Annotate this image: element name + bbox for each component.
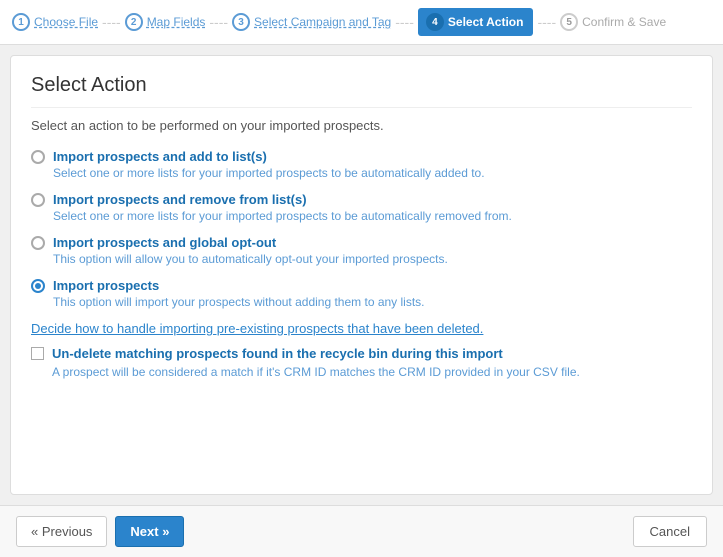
sep2: ---- [209,14,228,30]
step4-num: 4 [426,13,444,31]
sep4: ---- [537,14,556,30]
step5-num: 5 [560,13,578,31]
intro-text: Select an action to be performed on your… [31,118,692,133]
prev-button[interactable]: « Previous [16,516,107,547]
radio-remove-from-list[interactable] [31,193,45,207]
options-section: Import prospects and add to list(s) Sele… [31,149,692,476]
step1-num: 1 [12,13,30,31]
option-add-to-list: Import prospects and add to list(s) Sele… [31,149,692,180]
step-confirm-save: 5 Confirm & Save [560,13,666,31]
checkbox-undelete-desc: A prospect will be considered a match if… [52,365,692,379]
cancel-button[interactable]: Cancel [633,516,707,547]
wizard-steps: 1 Choose File ---- 2 Map Fields ---- 3 S… [0,0,723,45]
option2-desc: Select one or more lists for your import… [53,209,692,223]
step3-num: 3 [232,13,250,31]
option4-label[interactable]: Import prospects [53,278,159,293]
option3-desc: This option will allow you to automatica… [53,252,692,266]
step1-label[interactable]: Choose File [34,15,98,29]
step2-label[interactable]: Map Fields [147,15,206,29]
step-select-action[interactable]: 4 Select Action [418,8,534,36]
option-remove-from-list: Import prospects and remove from list(s)… [31,192,692,223]
option-import-prospects: Import prospects This option will import… [31,278,692,309]
deleted-section: Decide how to handle importing pre-exist… [31,321,692,336]
page-title: Select Action [31,74,692,108]
checkbox-undelete: Un-delete matching prospects found in th… [31,346,692,379]
next-button[interactable]: Next » [115,516,184,547]
step-map-fields[interactable]: 2 Map Fields [125,13,206,31]
sep3: ---- [395,14,414,30]
option4-desc: This option will import your prospects w… [53,295,692,309]
radio-global-opt-out[interactable] [31,236,45,250]
step3-label[interactable]: Select Campaign and Tag [254,15,391,29]
option-global-opt-out: Import prospects and global opt-out This… [31,235,692,266]
option2-label[interactable]: Import prospects and remove from list(s) [53,192,307,207]
deleted-link[interactable]: Decide how to handle importing pre-exist… [31,321,483,336]
radio-import-prospects[interactable] [31,279,45,293]
step5-label: Confirm & Save [582,15,666,29]
checkbox-undelete-box[interactable] [31,347,44,360]
step-choose-file[interactable]: 1 Choose File [12,13,98,31]
sep1: ---- [102,14,121,30]
step2-num: 2 [125,13,143,31]
step4-label: Select Action [448,15,524,29]
main-card: Select Action Select an action to be per… [10,55,713,495]
checkbox-undelete-label[interactable]: Un-delete matching prospects found in th… [52,346,503,361]
radio-add-to-list[interactable] [31,150,45,164]
step-campaign-tag[interactable]: 3 Select Campaign and Tag [232,13,391,31]
option3-label[interactable]: Import prospects and global opt-out [53,235,276,250]
footer: « Previous Next » Cancel [0,505,723,557]
option1-label[interactable]: Import prospects and add to list(s) [53,149,267,164]
footer-left: « Previous Next » [16,516,184,547]
option1-desc: Select one or more lists for your import… [53,166,692,180]
